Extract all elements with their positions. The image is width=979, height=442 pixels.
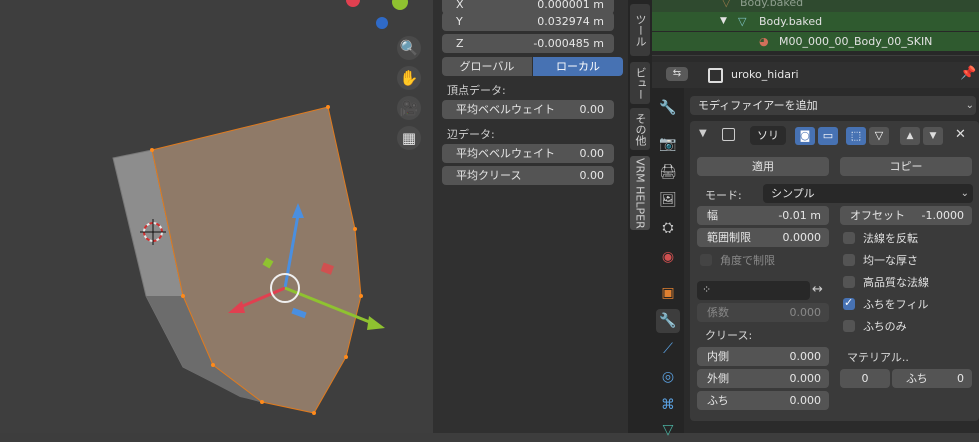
axis-z-ball <box>376 17 388 29</box>
physics-icon[interactable]: ◎ <box>656 365 680 389</box>
fill-rim-checkbox[interactable]: ✓ <box>843 296 855 310</box>
pin-icon[interactable]: 📌 <box>960 66 976 81</box>
vertex-group-field[interactable]: ⁘ <box>697 281 810 300</box>
object-icon <box>708 68 723 83</box>
editor-type-icon[interactable]: ⇆ <box>666 67 688 81</box>
outliner-row[interactable]: ▼ ▽ Body.baked <box>652 12 979 31</box>
inner-crease-field[interactable]: 内側 0.000 <box>697 347 829 366</box>
modifier-icon[interactable]: 🔧 <box>656 309 680 333</box>
editmode-camera-icon[interactable]: ◙ <box>795 127 815 145</box>
global-toggle[interactable]: グローバル <box>442 57 532 76</box>
mesh-icon: ▽ <box>722 0 731 9</box>
tab-vrm-helper[interactable]: VRM HELPER <box>630 156 650 230</box>
copy-button[interactable]: コピー <box>840 157 972 176</box>
sidebar-item-panel: X 0.000001 m Y 0.032974 m Z -0.000485 m … <box>433 0 633 433</box>
only-rim-label: ふちのみ <box>863 320 907 333</box>
particles-icon[interactable]: ⟋ <box>656 337 680 361</box>
vertex-group-icon: ⁘ <box>702 283 712 296</box>
angle-clamp-label: 角度で制限 <box>720 254 775 267</box>
outliner-row[interactable]: ◕ M00_000_00_Body_00_SKIN <box>652 32 979 51</box>
material-rim-field[interactable]: ふち 0 <box>892 369 972 388</box>
mesh-data-icon: ▽ <box>738 15 747 28</box>
outliner: ▽ Body.baked ▼ ▽ Body.baked ◕ M00_000_00… <box>652 0 979 55</box>
add-modifier-dropdown[interactable]: モディファイアーを追加 ⌄ <box>690 96 976 115</box>
view-layer-icon[interactable]: 🖼 <box>656 188 680 212</box>
tab-tool[interactable]: ツール <box>630 4 650 56</box>
invert-arrows-icon[interactable]: ↔ <box>812 282 823 297</box>
tab-other[interactable]: その他 <box>630 108 650 150</box>
properties-header: ⇆ uroko_hidari 📌 <box>652 62 979 88</box>
chevron-down-icon: ⌄ <box>965 100 974 111</box>
editmode-display-icon[interactable]: ⬚ <box>846 127 866 145</box>
camera-icon[interactable]: 🎥 <box>397 96 421 120</box>
collapse-chevron-icon[interactable]: ▼ <box>699 128 707 139</box>
sidebar-tabs: ツール ビュー その他 VRM HELPER <box>628 0 652 433</box>
vertex-data-label: 頂点データ: <box>447 84 506 97</box>
properties-tabs: 🔧 📷 🖨 🖼 ⛭ ◉ ▣ 🔧 ⟋ ◎ ⌘ ▽ <box>652 88 684 438</box>
factor-field[interactable]: 係数 0.000 <box>697 303 829 322</box>
on-cage-icon[interactable]: ▽ <box>869 127 889 145</box>
scene-icon[interactable]: ⛭ <box>656 216 680 240</box>
hq-normals-checkbox[interactable] <box>843 276 855 288</box>
output-icon[interactable]: 🖨 <box>656 160 680 184</box>
tab-view[interactable]: ビュー <box>630 62 650 104</box>
3d-viewport[interactable]: 🔍 ✋ 🎥 ▦ <box>0 0 433 433</box>
flip-normals-label: 法線を反転 <box>863 232 918 245</box>
edge-data-label: 辺データ: <box>447 128 495 141</box>
tool-icon[interactable]: 🔧 <box>656 96 680 120</box>
even-thickness-label: 均一な厚さ <box>863 254 918 267</box>
constraints-icon[interactable]: ⌘ <box>656 393 680 417</box>
zoom-icon[interactable]: 🔍 <box>397 36 421 60</box>
modifier-name-field[interactable]: ソリ <box>750 126 786 145</box>
grid-icon[interactable]: ▦ <box>397 126 421 150</box>
object-name: uroko_hidari <box>731 68 799 81</box>
crease-field[interactable]: 平均クリース 0.00 <box>442 166 614 185</box>
width-field[interactable]: 幅 -0.01 m <box>697 206 829 225</box>
checkmark-icon: ✓ <box>844 296 854 309</box>
chevron-down-icon: ⌄ <box>960 188 969 199</box>
material-label: マテリアル.. <box>847 351 909 364</box>
crease-section-label: クリース: <box>705 329 753 342</box>
world-icon[interactable]: ◉ <box>656 245 680 269</box>
edge-bevel-field[interactable]: 平均ベベルウェイト 0.00 <box>442 144 614 163</box>
object-props-icon[interactable]: ▣ <box>656 281 680 305</box>
axis-x-ball <box>346 0 360 7</box>
flip-normals-checkbox[interactable] <box>843 232 855 244</box>
material-icon: ◕ <box>759 35 769 48</box>
chevron-down-icon: ▼ <box>720 16 727 26</box>
mode-dropdown[interactable]: シンプル ⌄ <box>763 184 973 203</box>
apply-button[interactable]: 適用 <box>697 157 829 176</box>
material-offset-field[interactable]: 0 <box>840 369 890 388</box>
mode-label: モード: <box>705 189 742 202</box>
solidify-icon <box>722 128 735 141</box>
move-up-icon[interactable]: ▲ <box>900 127 920 145</box>
only-rim-checkbox[interactable] <box>843 320 855 332</box>
vertex-bevel-field[interactable]: 平均ベベルウェイト 0.00 <box>442 100 614 119</box>
realtime-display-icon[interactable]: ▭ <box>818 127 838 145</box>
outer-crease-field[interactable]: 外側 0.000 <box>697 369 829 388</box>
local-toggle[interactable]: ローカル <box>533 57 623 76</box>
rim-crease-field[interactable]: ふち 0.000 <box>697 391 829 410</box>
hq-normals-label: 高品質な法線 <box>863 276 929 289</box>
angle-clamp-checkbox[interactable] <box>700 254 712 266</box>
data-icon[interactable]: ▽ <box>656 418 680 442</box>
render-icon[interactable]: 📷 <box>656 132 680 156</box>
viewport-canvas[interactable] <box>0 0 433 433</box>
move-down-icon[interactable]: ▼ <box>923 127 943 145</box>
transform-z-field[interactable]: Z -0.000485 m <box>442 34 614 53</box>
hand-icon[interactable]: ✋ <box>397 66 421 90</box>
fill-rim-label: ふちをフィル <box>863 298 929 311</box>
outliner-row[interactable]: ▽ Body.baked <box>652 0 979 12</box>
axis-y-ball <box>392 0 408 10</box>
clamp-field[interactable]: 範囲制限 0.0000 <box>697 228 829 247</box>
offset-field[interactable]: オフセット -1.0000 <box>840 206 972 225</box>
transform-y-field[interactable]: Y 0.032974 m <box>442 12 614 31</box>
even-thickness-checkbox[interactable] <box>843 254 855 266</box>
close-icon[interactable]: ✕ <box>955 127 966 142</box>
